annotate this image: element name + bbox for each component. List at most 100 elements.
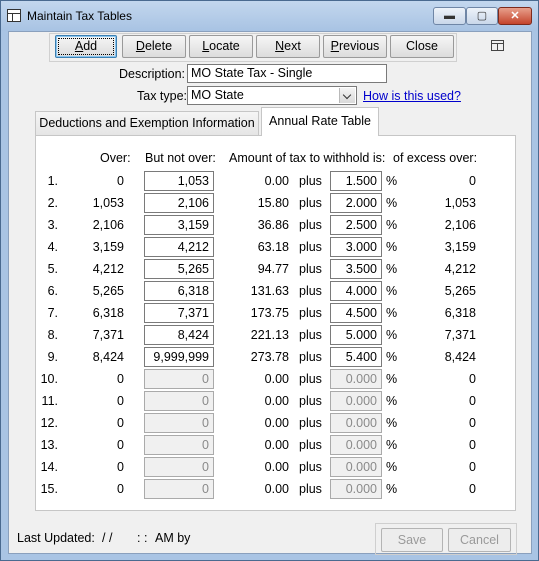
excess-over-value: 6,318 xyxy=(444,306,476,320)
over-value: 3,159 xyxy=(92,240,124,254)
rate-input[interactable]: 2.500 xyxy=(330,215,382,235)
previous-button[interactable]: Previous xyxy=(323,35,387,58)
table-row: 11. 0 0 0.00 plus 0.000% 0 xyxy=(36,391,515,413)
description-label: Description: xyxy=(119,67,185,81)
but-not-over-input: 0 xyxy=(144,369,214,389)
but-not-over-input[interactable]: 6,318 xyxy=(144,281,214,301)
over-value: 0 xyxy=(117,416,124,430)
percent-label: % xyxy=(386,438,398,452)
over-value: 8,424 xyxy=(92,350,124,364)
row-number: 11. xyxy=(41,394,58,408)
but-not-over-input[interactable]: 8,424 xyxy=(144,325,214,345)
tab-annual-rate-table[interactable]: Annual Rate Table xyxy=(261,107,379,136)
excess-over-value: 5,265 xyxy=(444,284,476,298)
row-number: 9. xyxy=(47,350,58,364)
percent-label: % xyxy=(386,482,398,496)
title-bar[interactable]: Maintain Tax Tables ▬ ▢ ✕ xyxy=(1,1,538,31)
plus-label: plus xyxy=(299,262,322,276)
percent-label: % xyxy=(386,306,398,320)
tab-deductions-exemption[interactable]: Deductions and Exemption Information xyxy=(35,111,259,135)
close-window-button[interactable]: ✕ xyxy=(498,7,532,25)
maintain-tax-tables-window: Maintain Tax Tables ▬ ▢ ✕ Add Delete Loc… xyxy=(0,0,539,561)
plus-label: plus xyxy=(299,218,322,232)
tax-type-select[interactable]: MO State xyxy=(187,86,357,105)
excess-over-value: 1,053 xyxy=(444,196,476,210)
rate-input[interactable]: 3.000 xyxy=(330,237,382,257)
excess-over-value: 2,106 xyxy=(444,218,476,232)
excess-over-value: 0 xyxy=(469,482,476,496)
table-row: 7. 6,318 7,371 173.75 plus 4.500% 6,318 xyxy=(36,303,515,325)
percent-label: % xyxy=(386,284,398,298)
plus-label: plus xyxy=(299,240,322,254)
percent-label: % xyxy=(386,240,398,254)
plus-label: plus xyxy=(299,460,322,474)
table-row: 1. 0 1,053 0.00 plus 1.500% 0 xyxy=(36,171,515,193)
close-button[interactable]: Close xyxy=(390,35,454,58)
save-button[interactable]: Save xyxy=(381,528,443,552)
row-number: 12. xyxy=(40,416,58,430)
over-value: 0 xyxy=(117,394,124,408)
tax-amount-value: 94.77 xyxy=(257,262,289,276)
but-not-over-input: 0 xyxy=(144,457,214,477)
but-not-over-input[interactable]: 5,265 xyxy=(144,259,214,279)
percent-label: % xyxy=(386,218,398,232)
row-number: 7. xyxy=(47,306,58,320)
table-row: 6. 5,265 6,318 131.63 plus 4.000% 5,265 xyxy=(36,281,515,303)
maximize-button[interactable]: ▢ xyxy=(466,7,498,25)
minimize-button[interactable]: ▬ xyxy=(433,7,466,25)
rate-input[interactable]: 4.000 xyxy=(330,281,382,301)
rate-input[interactable]: 5.400 xyxy=(330,347,382,367)
plus-label: plus xyxy=(299,174,322,188)
last-updated-label: Last Updated: xyxy=(17,531,95,545)
over-value: 0 xyxy=(117,438,124,452)
rate-input: 0.000 xyxy=(330,369,382,389)
description-field[interactable]: MO State Tax - Single xyxy=(187,64,387,83)
rate-input[interactable]: 1.500 xyxy=(330,171,382,191)
but-not-over-input: 0 xyxy=(144,435,214,455)
rate-input: 0.000 xyxy=(330,413,382,433)
how-is-this-used-link[interactable]: How is this used? xyxy=(363,89,461,103)
layout-icon[interactable] xyxy=(491,40,504,51)
delete-button[interactable]: Delete xyxy=(122,35,186,58)
but-not-over-input[interactable]: 7,371 xyxy=(144,303,214,323)
rate-input[interactable]: 5.000 xyxy=(330,325,382,345)
rate-input[interactable]: 2.000 xyxy=(330,193,382,213)
locate-button[interactable]: Locate xyxy=(189,35,253,58)
row-number: 2. xyxy=(47,196,58,210)
next-button[interactable]: Next xyxy=(256,35,320,58)
table-row: 3. 2,106 3,159 36.86 plus 2.500% 2,106 xyxy=(36,215,515,237)
add-button[interactable]: Add xyxy=(55,35,117,58)
table-row: 2. 1,053 2,106 15.80 plus 2.000% 1,053 xyxy=(36,193,515,215)
tax-amount-value: 173.75 xyxy=(250,306,289,320)
cancel-button[interactable]: Cancel xyxy=(448,528,511,552)
rate-input[interactable]: 4.500 xyxy=(330,303,382,323)
tax-amount-value: 273.78 xyxy=(250,350,289,364)
percent-label: % xyxy=(386,350,398,364)
excess-over-value: 7,371 xyxy=(444,328,476,342)
over-value: 1,053 xyxy=(92,196,124,210)
but-not-over-input[interactable]: 4,212 xyxy=(144,237,214,257)
table-row: 9. 8,424 9,999,999 273.78 plus 5.400% 8,424 xyxy=(36,347,515,369)
tax-amount-value: 36.86 xyxy=(257,218,289,232)
table-row: 8. 7,371 8,424 221.13 plus 5.000% 7,371 xyxy=(36,325,515,347)
amount-header: Amount of tax to withhold is: xyxy=(229,151,386,165)
chevron-down-icon[interactable] xyxy=(339,88,355,103)
plus-label: plus xyxy=(299,482,322,496)
rate-input[interactable]: 3.500 xyxy=(330,259,382,279)
excess-over-value: 0 xyxy=(469,416,476,430)
over-value: 0 xyxy=(117,174,124,188)
but-not-over-input[interactable]: 2,106 xyxy=(144,193,214,213)
annual-rate-table-panel: Over: But not over: Amount of tax to wit… xyxy=(35,135,516,511)
but-not-over-input[interactable]: 9,999,999 xyxy=(144,347,214,367)
tax-amount-value: 0.00 xyxy=(264,174,289,188)
table-row: 4. 3,159 4,212 63.18 plus 3.000% 3,159 xyxy=(36,237,515,259)
excess-over-value: 3,159 xyxy=(444,240,476,254)
but-not-over-input[interactable]: 1,053 xyxy=(144,171,214,191)
rate-input: 0.000 xyxy=(330,435,382,455)
table-row: 12. 0 0 0.00 plus 0.000% 0 xyxy=(36,413,515,435)
tax-amount-value: 131.63 xyxy=(250,284,289,298)
plus-label: plus xyxy=(299,372,322,386)
row-number: 6. xyxy=(47,284,58,298)
row-number: 3. xyxy=(47,218,58,232)
but-not-over-input[interactable]: 3,159 xyxy=(144,215,214,235)
